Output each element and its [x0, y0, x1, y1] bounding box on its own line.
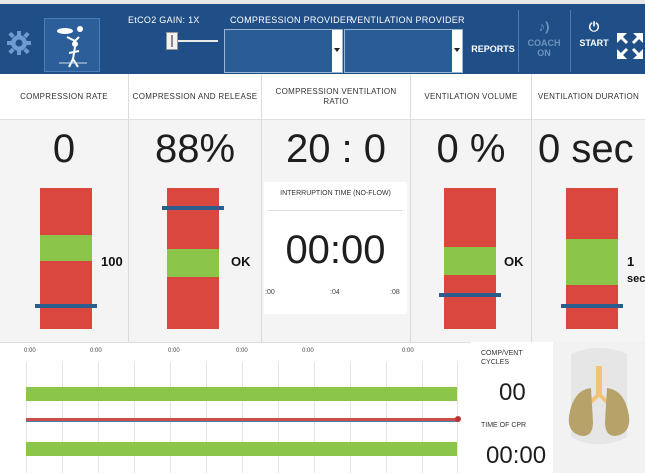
- ventilation-duration-title: VENTILATION DURATION: [537, 92, 640, 101]
- current-level-marker: [35, 304, 97, 309]
- reports-button[interactable]: REPORTS: [470, 44, 516, 54]
- slider-handle[interactable]: [166, 32, 178, 50]
- timeline-time-label: 0:00: [90, 348, 102, 354]
- timeline-cursor: [455, 416, 461, 422]
- ventilation-provider-label: VENTILATION PROVIDER: [351, 15, 465, 25]
- cpr-mode-button[interactable]: [44, 18, 100, 72]
- timeline-time-label: 0:00: [236, 348, 248, 354]
- cpr-time-label: TIME OF CPR: [481, 422, 527, 429]
- ventilation-volume-title: VENTILATION VOLUME: [424, 92, 518, 101]
- ventilation-volume-target: OK: [504, 254, 524, 269]
- compression-rate-title: COMPRESSION RATE: [20, 92, 108, 101]
- lungs-icon: [568, 348, 630, 445]
- ratio-title: COMPRESSION VENTILATION RATIO: [275, 87, 397, 106]
- chevron-down-icon: [332, 30, 342, 72]
- start-button[interactable]: ⏻ START: [576, 19, 612, 49]
- speaker-icon: ♪): [538, 19, 550, 34]
- ventilation-provider-select[interactable]: [344, 29, 463, 73]
- gear-icon[interactable]: [6, 30, 32, 56]
- coach-button[interactable]: ♪) COACH ON: [522, 19, 566, 59]
- compression-provider-label: COMPRESSION PROVIDER: [230, 15, 354, 25]
- reports-label: REPORTS: [471, 44, 515, 54]
- etco2-gain-label: EtCO2 GAIN: 1X: [128, 15, 200, 25]
- compression-rate-target: 100: [101, 254, 123, 269]
- cycles-label-1: COMP/VENT: [481, 350, 523, 357]
- compression-rate-value: 0: [52, 127, 76, 171]
- cpr-figure-icon: [57, 26, 87, 68]
- timeline-time-label: 0:00: [402, 348, 414, 354]
- ratio-value: 20 : 0: [285, 127, 387, 171]
- cycles-label-2: CYCLES: [481, 359, 510, 366]
- compression-release-gauge: [162, 188, 224, 329]
- timeline-time-label: 0:00: [168, 348, 180, 354]
- target-zone: [167, 248, 219, 277]
- compression-rate-gauge: [35, 188, 97, 329]
- compression-release-title: COMPRESSION AND RELEASE: [132, 92, 258, 101]
- compression-timeline-bar: [26, 387, 457, 401]
- cpr-time-value: 00:00: [486, 442, 547, 469]
- ventilation-duration-target-1: 1: [627, 254, 635, 269]
- target-zone: [444, 247, 496, 276]
- ventilation-volume-gauge: [439, 188, 501, 329]
- target-zone: [566, 238, 618, 286]
- top-toolbar: EtCO2 GAIN: 1X COMPRESSION PROVIDER VENT…: [0, 0, 645, 74]
- target-zone: [40, 234, 92, 262]
- expand-icon[interactable]: [617, 33, 643, 59]
- ventilation-volume-value: 0 %: [436, 127, 506, 171]
- compression-provider-select[interactable]: [224, 29, 343, 73]
- current-level-marker: [561, 304, 623, 309]
- ventilation-duration-target-2: sec: [627, 273, 645, 285]
- timeline-time-label: 0:00: [24, 348, 36, 354]
- current-level-marker: [439, 293, 501, 298]
- interruption-tick: :04: [330, 289, 340, 296]
- interruption-tick: :00: [265, 289, 275, 296]
- ventilation-duration-value: 0 sec: [538, 127, 634, 171]
- etco2-gain-slider[interactable]: [166, 32, 218, 50]
- compression-release-value: 88%: [154, 127, 236, 171]
- ventilation-timeline-bar: [26, 442, 457, 456]
- compression-release-target: OK: [231, 254, 251, 269]
- coach-label: COACH ON: [527, 38, 561, 58]
- interruption-title: INTERRUPTION TIME (NO-FLOW): [280, 190, 391, 197]
- lungs-panel: [553, 342, 645, 473]
- interruption-time: 00:00: [285, 228, 386, 272]
- cycles-value: 00: [499, 379, 526, 406]
- current-level-marker: [162, 205, 224, 210]
- timeline-time-label: 0:00: [302, 348, 314, 354]
- chevron-down-icon: [452, 30, 462, 72]
- ventilation-duration-gauge: [561, 188, 623, 329]
- start-label: START: [579, 38, 609, 48]
- power-icon: ⏻: [588, 19, 600, 34]
- interruption-tick: :08: [390, 289, 400, 296]
